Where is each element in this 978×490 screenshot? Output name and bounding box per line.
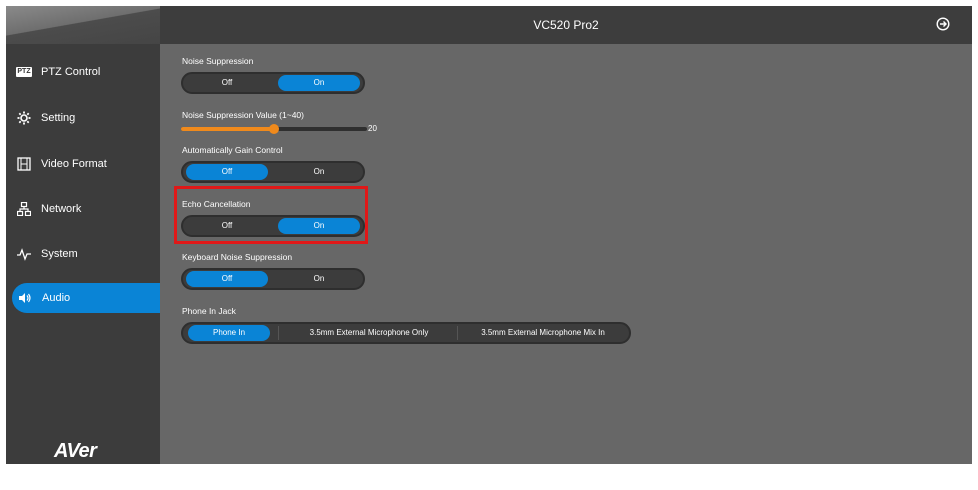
aver-logo: AVer: [54, 440, 97, 462]
noise-suppression-label: Noise Suppression: [182, 56, 254, 66]
noise-suppression-off-button[interactable]: Off: [186, 75, 268, 91]
ptz-icon: PTZ: [16, 67, 32, 77]
sidebar-item-network[interactable]: Network: [6, 194, 160, 224]
echo-cancellation-on-button[interactable]: On: [278, 218, 360, 234]
keyboard-noise-label: Keyboard Noise Suppression: [182, 252, 293, 262]
phone-in-jack-label: Phone In Jack: [182, 306, 236, 316]
noise-suppression-toggle: Off On: [181, 72, 365, 94]
agc-off-button[interactable]: Off: [186, 164, 268, 180]
external-mic-only-option[interactable]: 3.5mm External Microphone Only: [283, 325, 455, 341]
sidebar-item-label: Audio: [42, 292, 71, 304]
divider: [457, 326, 458, 340]
divider: [278, 326, 279, 340]
phone-in-jack-selector: Phone In 3.5mm External Microphone Only …: [181, 322, 631, 344]
noise-suppression-slider[interactable]: [181, 124, 367, 134]
sidebar-item-ptz-control[interactable]: PTZ PTZ Control: [6, 57, 160, 87]
sidebar-header: [6, 6, 160, 44]
slider-handle[interactable]: [269, 124, 279, 134]
sidebar-item-audio[interactable]: Audio: [12, 283, 160, 313]
gear-icon: [17, 111, 31, 125]
noise-suppression-on-button[interactable]: On: [278, 75, 360, 91]
phone-in-option[interactable]: Phone In: [188, 325, 270, 341]
keyboard-noise-on-button[interactable]: On: [278, 271, 360, 287]
keyboard-noise-off-button[interactable]: Off: [186, 271, 268, 287]
sidebar-item-label: Network: [41, 203, 82, 215]
speaker-icon: [18, 291, 32, 305]
agc-on-button[interactable]: On: [278, 164, 360, 180]
pulse-icon: [17, 247, 31, 261]
network-icon: [17, 202, 31, 216]
echo-cancellation-label: Echo Cancellation: [182, 199, 251, 209]
external-mic-mix-option[interactable]: 3.5mm External Microphone Mix In: [461, 325, 625, 341]
sidebar: PTZ PTZ Control Setting Video Format Net…: [6, 6, 160, 464]
exit-icon[interactable]: [936, 17, 950, 31]
noise-suppression-value-label: Noise Suppression Value (1~40): [182, 110, 304, 120]
agc-toggle: Off On: [181, 161, 365, 183]
sidebar-item-label: System: [41, 248, 78, 260]
sidebar-item-video-format[interactable]: Video Format: [6, 149, 160, 179]
echo-cancellation-toggle: Off On: [181, 215, 365, 237]
sidebar-item-system[interactable]: System: [6, 239, 160, 269]
slider-fill: [181, 127, 274, 131]
app-window: PTZ PTZ Control Setting Video Format Net…: [6, 6, 972, 464]
echo-cancellation-off-button[interactable]: Off: [186, 218, 268, 234]
sidebar-item-label: Video Format: [41, 158, 107, 170]
agc-label: Automatically Gain Control: [182, 145, 283, 155]
film-icon: [17, 157, 31, 171]
sidebar-item-label: Setting: [41, 112, 76, 124]
sidebar-item-label: PTZ Control: [41, 66, 101, 78]
keyboard-noise-toggle: Off On: [181, 268, 365, 290]
top-bar: VC520 Pro2: [160, 6, 972, 44]
sidebar-item-setting[interactable]: Setting: [6, 103, 160, 133]
page-title: VC520 Pro2: [533, 18, 599, 32]
slider-value: 20: [368, 124, 377, 133]
